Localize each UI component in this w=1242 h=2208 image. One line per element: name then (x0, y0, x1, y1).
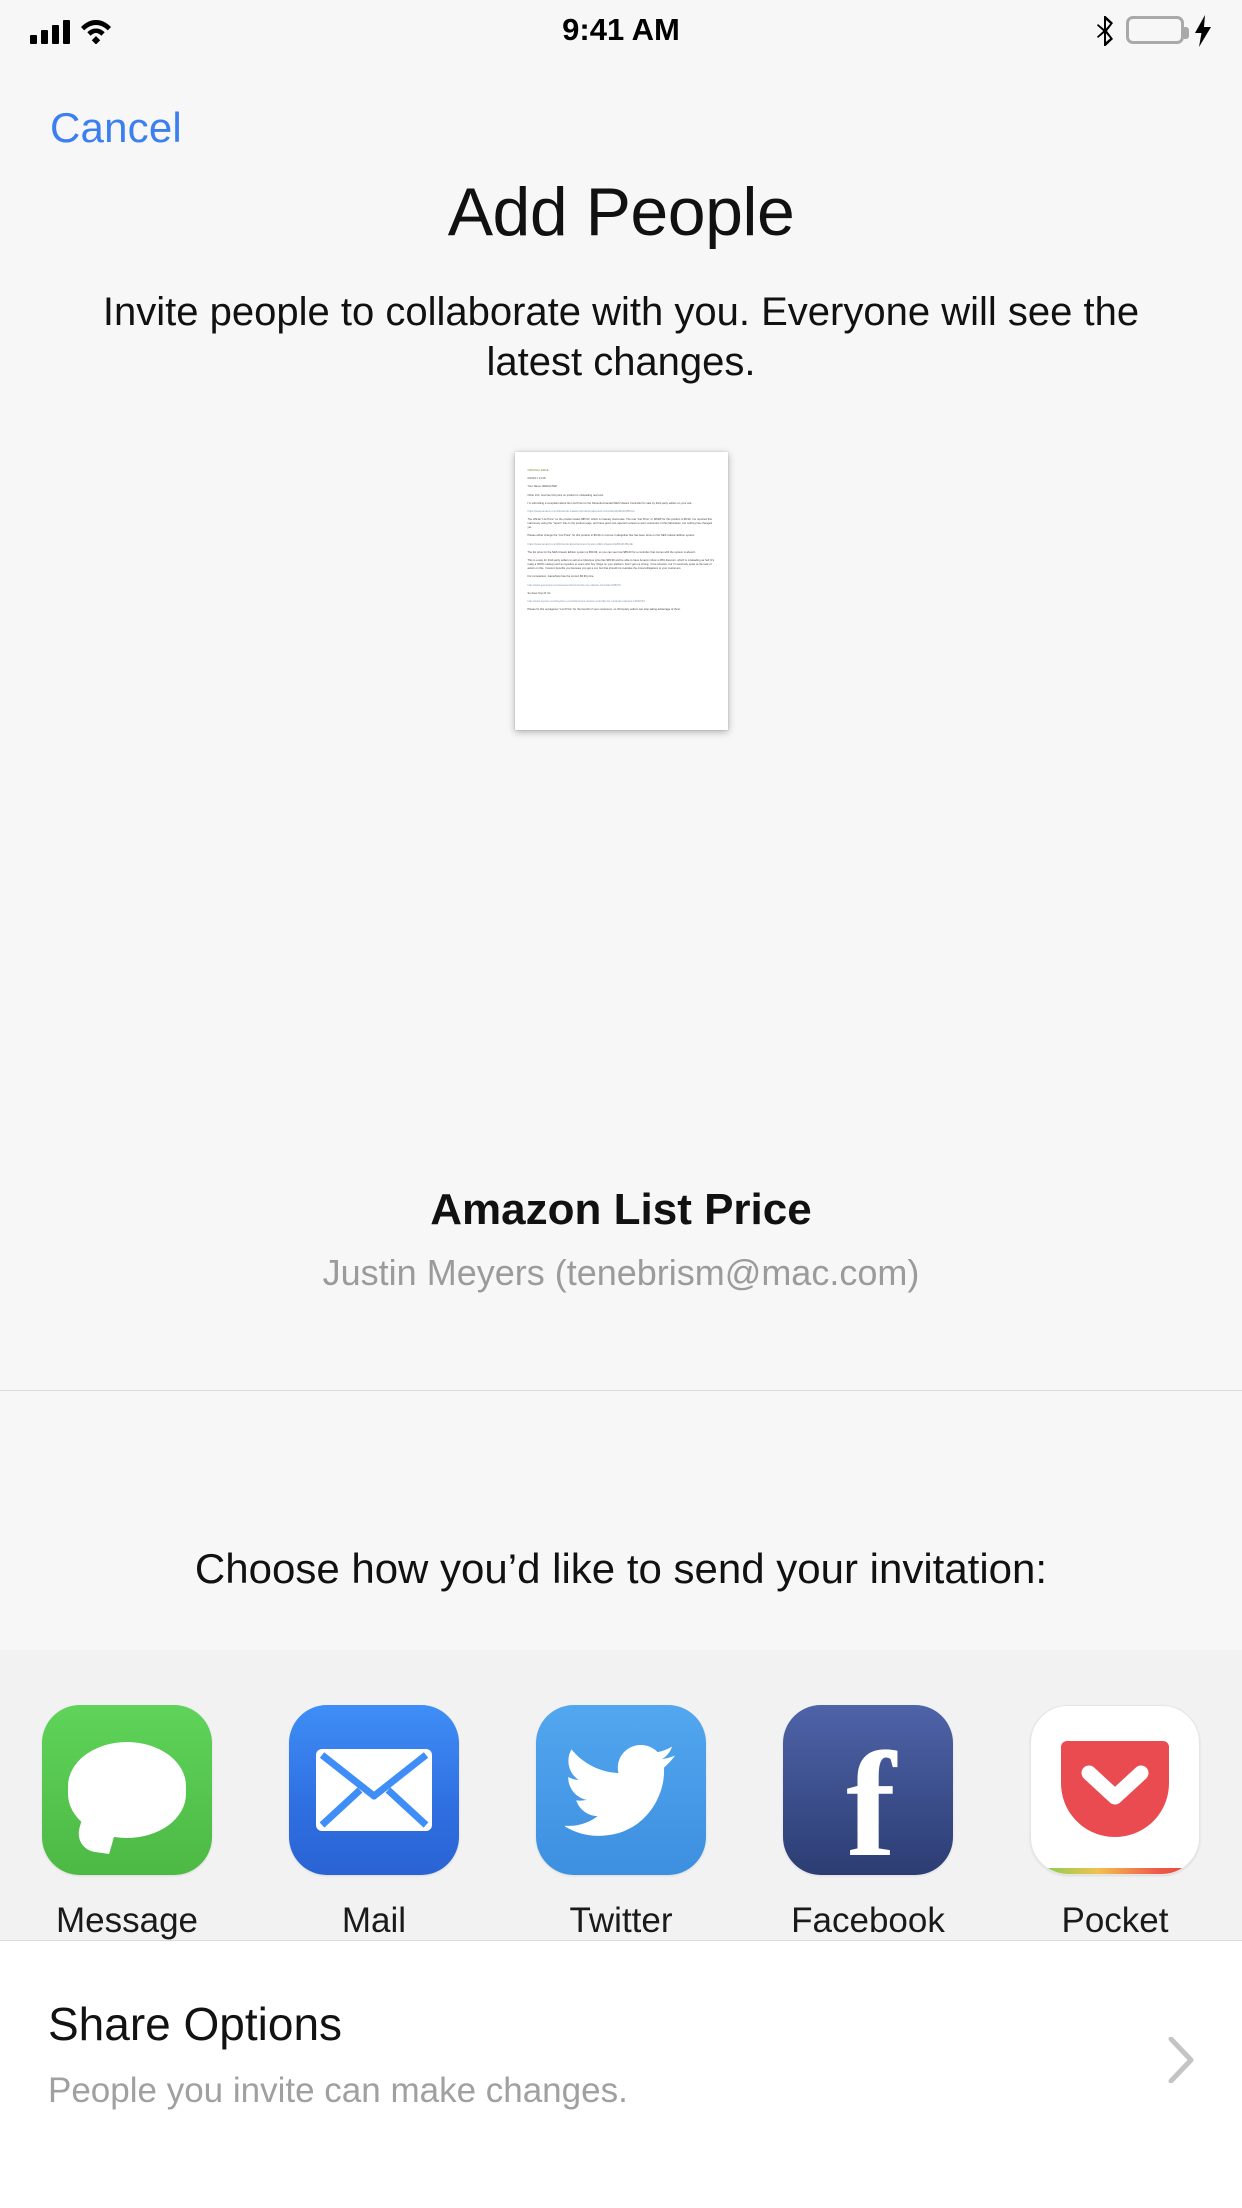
share-app-pocket[interactable]: Pocket (1016, 1705, 1214, 1941)
document-line: This is a way for third-party sellers to… (527, 559, 715, 571)
share-app-label: Message (55, 1901, 199, 1940)
document-thumbnail[interactable]: ORIGINAL EMAIL 03/02/17 14:48 Your Name: R… (514, 452, 728, 730)
share-options-row[interactable]: Share Options People you invite can make… (0, 1941, 1242, 2208)
share-app-twitter[interactable]: Twitter (522, 1705, 720, 1941)
mail-app-icon[interactable] (289, 1705, 459, 1875)
share-options-title: Share Options (48, 1998, 343, 2050)
document-line: Your Name: REDACTED (527, 485, 558, 489)
status-bar: 9:41 AM (0, 0, 1242, 60)
share-options-subtitle: People you invite can make changes. (48, 2071, 628, 2110)
share-apps-row: Message Mail Twitter f Facebook Pocket (0, 1650, 1242, 1940)
document-line: https://www.amazon.com/Nintendo-Classic-… (527, 510, 635, 514)
document-line: https://www.amazon.com/Nintendo-Entertai… (527, 542, 633, 546)
page-title: Add People (447, 174, 795, 250)
twitter-app-icon[interactable] (536, 1705, 706, 1875)
document-line: Please either change the "List Price" fo… (527, 534, 695, 538)
share-app-message[interactable]: Message (28, 1705, 226, 1941)
document-line: So does Toys R Us: (527, 591, 552, 595)
chevron-right-icon (1168, 2036, 1194, 2084)
add-people-share-screen: 9:41 AM Cancel Add People Invite people … (0, 0, 1242, 2208)
document-line: For comparison, GameStop has the correct… (527, 575, 595, 579)
document-preview-wrapper: ORIGINAL EMAIL 03/02/17 14:48 Your Name: R… (0, 452, 1242, 730)
file-owner: Justin Meyers (tenebrism@mac.com) (322, 1252, 920, 1293)
share-prompt: Choose how you’d like to send your invit… (194, 1545, 1048, 1592)
file-title: Amazon List Price (430, 1185, 812, 1234)
document-line: Other info: Incorrect list price on prod… (527, 493, 604, 497)
document-line: ORIGINAL EMAIL (527, 469, 550, 472)
share-app-label: Twitter (569, 1901, 673, 1940)
document-line: Please fix this outrageous "List Price" … (527, 608, 681, 612)
document-line: The list price for the NES Classic Editi… (527, 550, 696, 554)
section-divider-top (0, 1390, 1242, 1391)
facebook-f-glyph: f (846, 1722, 896, 1875)
share-app-label: Pocket (1061, 1901, 1169, 1940)
document-line: The official "List Price" on the product… (527, 518, 713, 530)
share-app-label: Facebook (791, 1901, 945, 1940)
battery-icon (1126, 16, 1189, 44)
document-line: 03/02/17 14:48 (527, 477, 546, 481)
document-line: I'm submitting a complaint about the Lis… (527, 501, 693, 505)
status-bar-clock: 9:41 AM (562, 12, 680, 47)
facebook-app-icon[interactable]: f (783, 1705, 953, 1875)
document-line: http://www.toysrus.com/buy/wii-u-control… (527, 599, 645, 603)
message-app-icon[interactable] (42, 1705, 212, 1875)
pocket-app-icon[interactable] (1030, 1705, 1200, 1875)
share-app-mail[interactable]: Mail (275, 1705, 473, 1941)
page-subtitle: Invite people to collaborate with you. E… (102, 290, 1140, 384)
cancel-button[interactable]: Cancel (44, 100, 188, 156)
share-app-facebook[interactable]: f Facebook (769, 1705, 967, 1941)
document-line: http://www.gamestop.com/accessories/nint… (527, 583, 621, 587)
share-app-label: Mail (341, 1901, 407, 1940)
